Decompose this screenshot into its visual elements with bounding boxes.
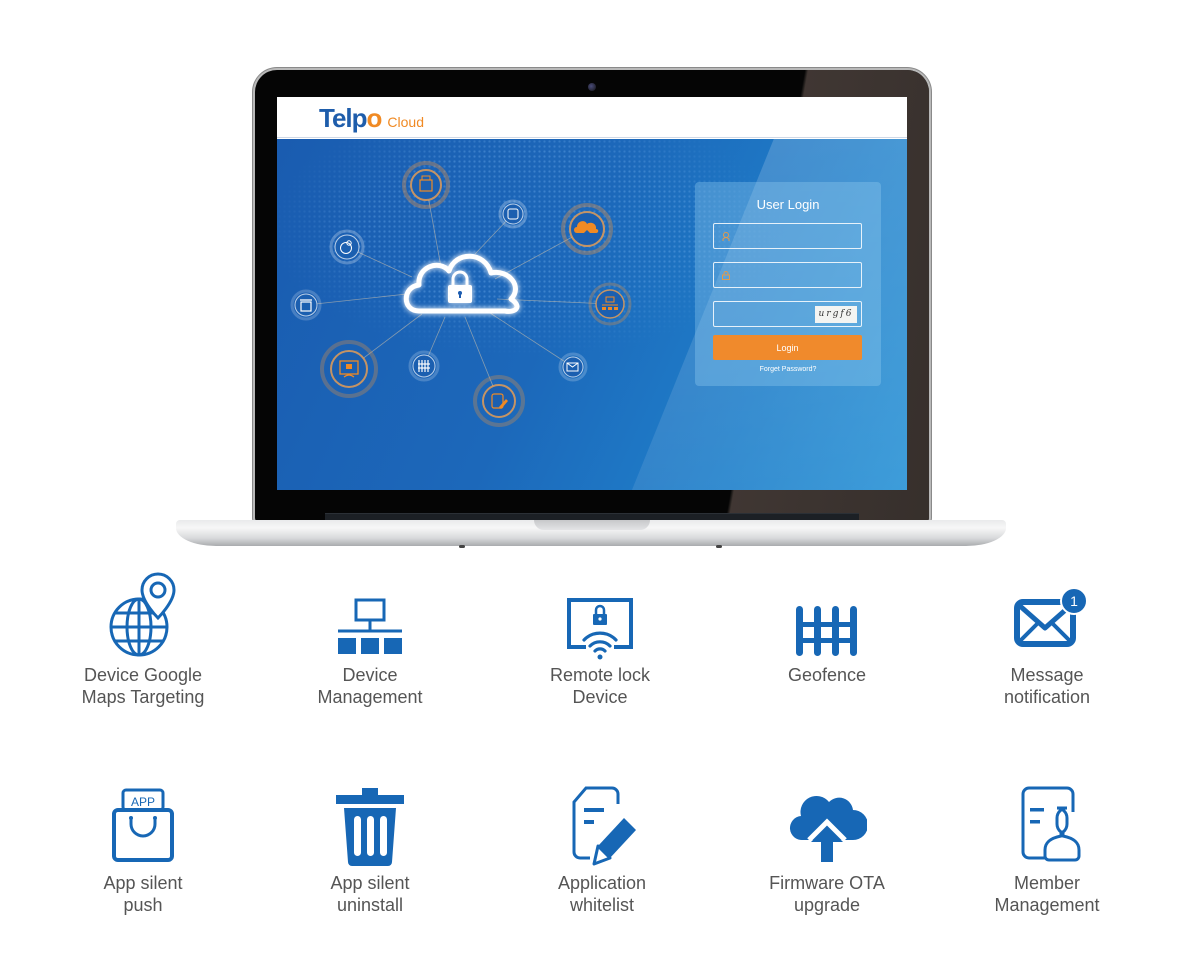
fence-icon xyxy=(796,606,857,656)
brand-name: Telpo xyxy=(319,103,382,133)
node-remote-lock[interactable] xyxy=(320,340,378,398)
brand-suffix: Cloud xyxy=(387,114,425,130)
login-title: User Login xyxy=(756,197,820,212)
node-fence[interactable] xyxy=(408,350,440,382)
cloud-upload-icon xyxy=(790,796,867,862)
captcha-image[interactable]: urgf6 xyxy=(815,306,857,323)
node-app-bag[interactable] xyxy=(402,161,450,209)
user-icon xyxy=(722,232,730,241)
feature-label: Application whitelist xyxy=(557,873,647,915)
node-whitelist[interactable] xyxy=(473,375,525,427)
notification-badge-count: 1 xyxy=(1070,593,1078,609)
telpo-cloud-logo[interactable]: Telpo Cloud xyxy=(319,103,424,134)
feature-message-notification: 1 Message notification xyxy=(947,570,1147,708)
node-cloud-upload[interactable] xyxy=(561,203,613,255)
laptop-foot xyxy=(459,545,465,548)
feature-device-management: Device Management xyxy=(270,570,470,708)
node-member[interactable] xyxy=(498,199,528,229)
feature-application-whitelist: Application whitelist xyxy=(502,778,702,916)
node-message[interactable] xyxy=(558,352,588,382)
whitelist-icon xyxy=(572,786,636,866)
trash-icon xyxy=(336,788,404,866)
feature-firmware-ota: Firmware OTA upgrade xyxy=(727,778,927,916)
cloud-lock-icon xyxy=(403,253,520,314)
laptop-foot xyxy=(716,545,722,548)
feature-remote-lock: Remote lock Device xyxy=(500,570,700,708)
laptop-base xyxy=(176,520,1006,548)
feature-app-silent-push: APP App silent push xyxy=(43,778,243,916)
captcha-field[interactable]: urgf6 xyxy=(713,301,862,327)
app-header: Telpo Cloud xyxy=(277,97,907,138)
remote-lock-icon xyxy=(567,598,633,660)
feature-app-silent-uninstall: App silent uninstall xyxy=(270,778,470,916)
feature-label: Device Management xyxy=(317,665,423,707)
login-panel: User Login urgf6 Login Forget Password? xyxy=(695,182,881,386)
member-icon xyxy=(1021,786,1081,862)
feature-label: Device Google Maps Targeting xyxy=(81,665,205,707)
login-button[interactable]: Login xyxy=(713,335,862,360)
password-field[interactable] xyxy=(713,262,862,288)
username-input[interactable] xyxy=(714,224,861,248)
svg-text:APP: APP xyxy=(131,795,155,809)
network-icon xyxy=(338,598,402,654)
cloud-network-diagram xyxy=(290,161,632,427)
feature-member-management: Member Management xyxy=(947,778,1147,916)
username-field[interactable] xyxy=(713,223,862,249)
feature-label: Remote lock Device xyxy=(549,665,651,707)
feature-label: Member Management xyxy=(994,873,1100,915)
feature-label: Message notification xyxy=(1003,665,1091,707)
laptop-lid: Telpo Cloud User Login urgf6 Login Forge… xyxy=(255,70,929,522)
lock-icon xyxy=(722,271,730,280)
feature-geofence: Geofence xyxy=(727,570,927,686)
laptop-screen: Telpo Cloud User Login urgf6 Login Forge… xyxy=(277,97,907,490)
feature-label: Geofence xyxy=(787,665,867,685)
camera-icon xyxy=(588,83,596,91)
feature-label: App silent push xyxy=(103,873,183,915)
node-trash[interactable] xyxy=(290,289,322,321)
node-globe-pin[interactable] xyxy=(329,229,365,265)
feature-label: App silent uninstall xyxy=(330,873,410,915)
hero-banner: User Login urgf6 Login Forget Password? xyxy=(277,139,907,490)
feature-label: Firmware OTA upgrade xyxy=(769,873,885,915)
message-icon: 1 xyxy=(1014,587,1087,647)
node-network[interactable] xyxy=(588,282,632,326)
laptop-notch xyxy=(534,520,650,530)
password-input[interactable] xyxy=(714,263,861,287)
globe-pin-icon xyxy=(109,572,176,657)
feature-google-maps: Device Google Maps Targeting xyxy=(43,570,243,708)
app-bag-icon: APP xyxy=(112,788,174,862)
forgot-password-link[interactable]: Forget Password? xyxy=(695,366,881,373)
